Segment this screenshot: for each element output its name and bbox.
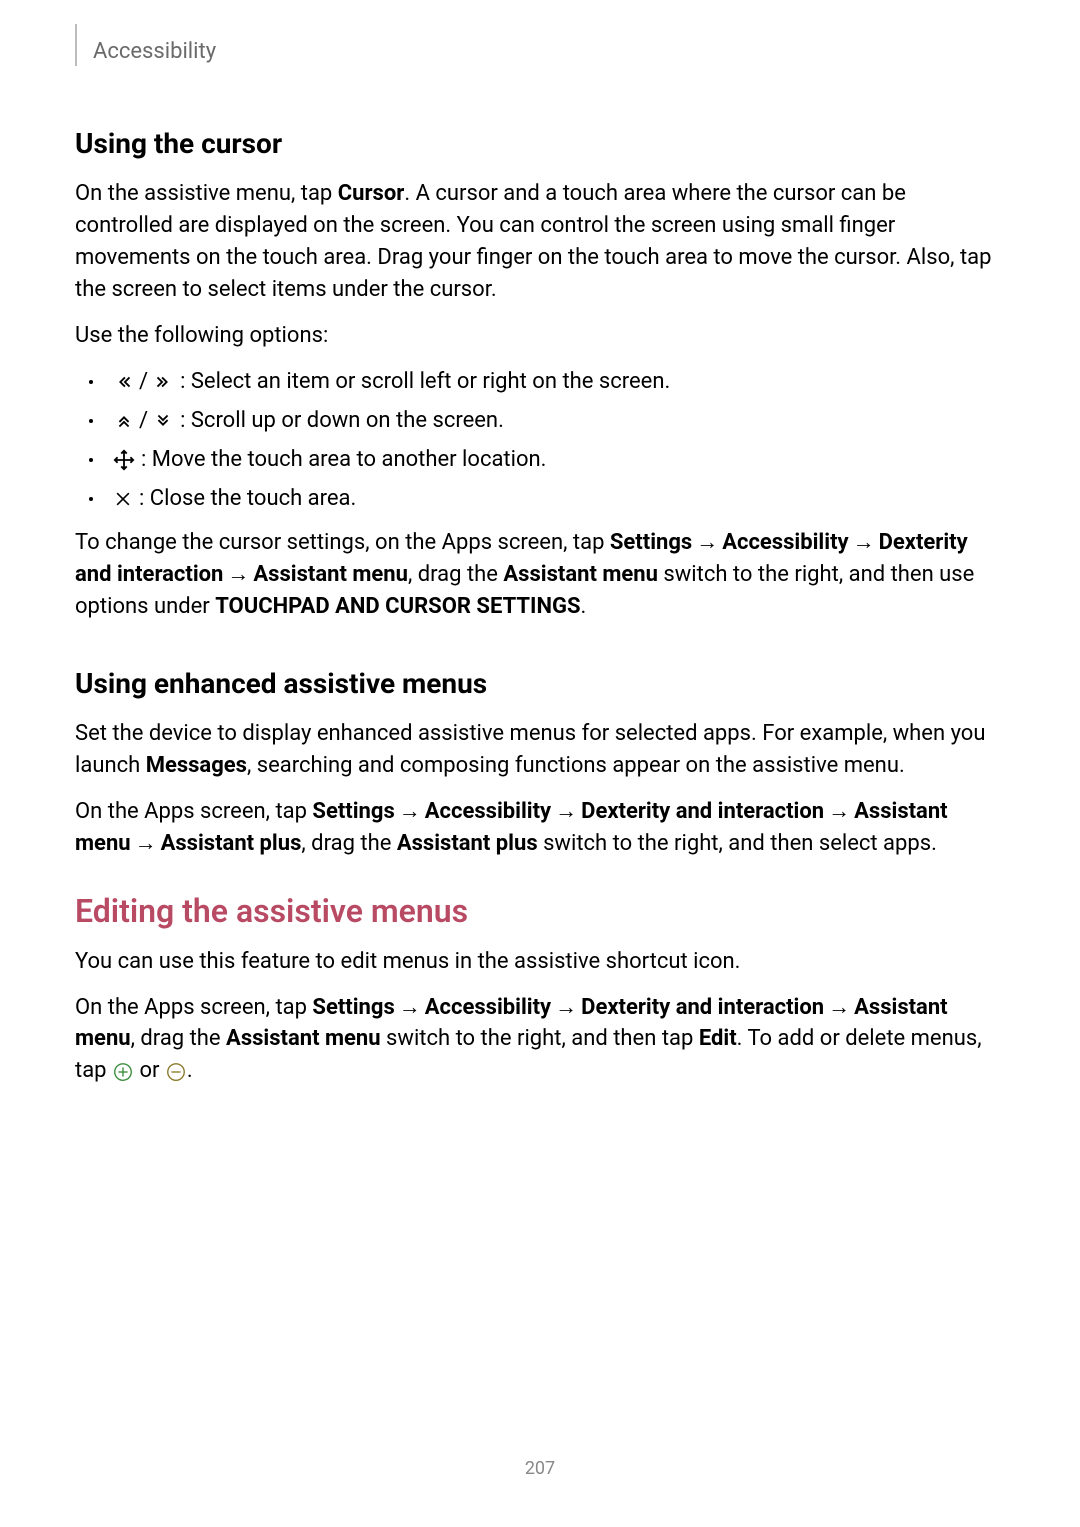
para-edit-path: On the Apps screen, tap Settings → Acces…: [75, 992, 1005, 1088]
list-item: / : Select an item or scroll left or rig…: [89, 365, 1005, 398]
list-item: : Move the touch area to another locatio…: [89, 443, 1005, 476]
arrow-icon: →: [824, 796, 854, 828]
page-header: Accessibility: [75, 30, 1005, 72]
section-editing-menus: Editing the assistive menus You can use …: [75, 892, 1005, 1088]
document-page: Accessibility Using the cursor On the as…: [0, 0, 1080, 1527]
section-using-cursor: Using the cursor On the assistive menu, …: [75, 127, 1005, 623]
arrow-icon: →: [395, 992, 425, 1024]
bold-assistant-menu: Assistant menu: [226, 1026, 381, 1051]
bullet-text: : Scroll up or down on the screen.: [180, 404, 504, 437]
text-fragment: , drag the: [301, 831, 396, 856]
text-fragment: , drag the: [408, 562, 503, 587]
text-fragment: .: [187, 1058, 193, 1083]
bold-edit: Edit: [699, 1026, 737, 1051]
bullet-icon: [89, 380, 93, 384]
para-cursor-settings: To change the cursor settings, on the Ap…: [75, 527, 1005, 623]
para-edit-intro: You can use this feature to edit menus i…: [75, 946, 1005, 978]
text-fragment: switch to the right, and then select app…: [538, 831, 937, 856]
breadcrumb-text: Accessibility: [93, 39, 216, 64]
arrow-icon: →: [692, 527, 722, 559]
para-cursor-intro: On the assistive menu, tap Cursor. A cur…: [75, 178, 1005, 306]
text-fragment: or: [134, 1058, 165, 1083]
chevron-double-left-icon: [113, 371, 135, 393]
heading-editing-menus: Editing the assistive menus: [75, 892, 1005, 930]
header-divider: [75, 24, 77, 66]
text-fragment: On the Apps screen, tap: [75, 799, 312, 824]
arrow-icon: →: [223, 559, 253, 591]
list-item: / : Scroll up or down on the screen.: [89, 404, 1005, 437]
bullet-text: : Select an item or scroll left or right…: [180, 365, 670, 398]
heading-enhanced-menus: Using enhanced assistive menus: [75, 667, 1005, 700]
para-options-intro: Use the following options:: [75, 320, 1005, 352]
close-icon: [113, 489, 133, 509]
text-fragment: On the assistive menu, tap: [75, 181, 338, 206]
section-enhanced-menus: Using enhanced assistive menus Set the d…: [75, 667, 1005, 860]
bold-cursor: Cursor: [338, 181, 405, 206]
text-fragment: .: [581, 594, 587, 619]
text-fragment: To change the cursor settings, on the Ap…: [75, 530, 610, 555]
bullet-text: : Close the touch area.: [139, 482, 356, 515]
chevron-double-down-icon: [152, 410, 174, 432]
text-fragment: , drag the: [131, 1026, 226, 1051]
arrow-icon: →: [131, 828, 161, 860]
text-fragment: , searching and composing functions appe…: [247, 753, 905, 778]
bold-settings: Settings: [610, 530, 692, 555]
text-fragment: switch to the right, and then tap: [381, 1026, 699, 1051]
bullet-icon: [89, 458, 93, 462]
bold-assistant-plus: Assistant plus: [397, 831, 538, 856]
heading-using-cursor: Using the cursor: [75, 127, 1005, 160]
plus-circle-icon: [112, 1061, 134, 1083]
para-enhanced-path: On the Apps screen, tap Settings → Acces…: [75, 796, 1005, 860]
bullet-list-cursor: / : Select an item or scroll left or rig…: [89, 365, 1005, 515]
para-enhanced-intro: Set the device to display enhanced assis…: [75, 718, 1005, 782]
page-number: 207: [0, 1458, 1080, 1479]
bold-assistant-menu: Assistant menu: [503, 562, 658, 587]
bullet-icon: [89, 419, 93, 423]
bold-accessibility: Accessibility: [425, 799, 551, 824]
minus-circle-icon: [165, 1061, 187, 1083]
bullet-icon: [89, 497, 93, 501]
bullet-text: : Move the touch area to another locatio…: [141, 443, 546, 476]
arrow-icon: →: [551, 796, 581, 828]
bold-dexterity: Dexterity and interaction: [581, 995, 824, 1020]
bold-settings: Settings: [312, 995, 394, 1020]
arrow-icon: →: [849, 527, 879, 559]
bold-touchpad-settings: TOUCHPAD AND CURSOR SETTINGS: [215, 594, 580, 619]
list-item: : Close the touch area.: [89, 482, 1005, 515]
arrow-icon: →: [551, 992, 581, 1024]
chevron-double-up-icon: [113, 410, 135, 432]
chevron-double-right-icon: [152, 371, 174, 393]
bold-settings: Settings: [312, 799, 394, 824]
bold-assistant-menu: Assistant menu: [253, 562, 408, 587]
bold-dexterity: Dexterity and interaction: [581, 799, 824, 824]
bold-messages: Messages: [146, 753, 247, 778]
arrow-icon: →: [395, 796, 425, 828]
slash-divider: /: [139, 404, 148, 437]
slash-divider: /: [139, 365, 148, 398]
arrow-icon: →: [824, 992, 854, 1024]
move-icon: [113, 449, 135, 471]
text-fragment: On the Apps screen, tap: [75, 995, 312, 1020]
bold-accessibility: Accessibility: [425, 995, 551, 1020]
bold-assistant-plus: Assistant plus: [161, 831, 302, 856]
bold-accessibility: Accessibility: [722, 530, 848, 555]
